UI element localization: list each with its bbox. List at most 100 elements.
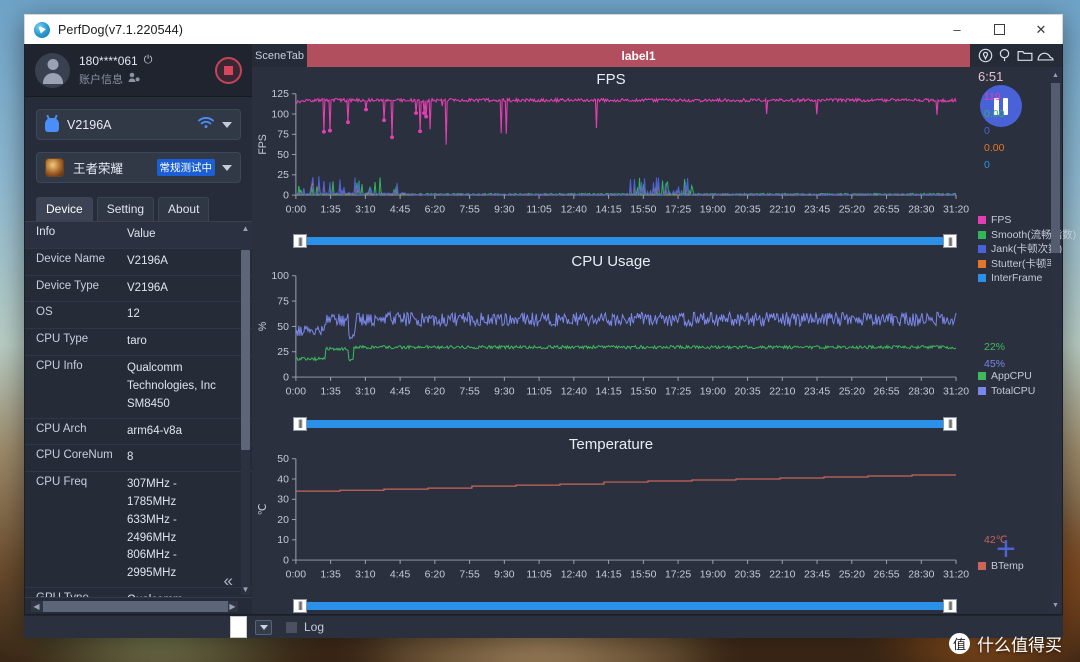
account-info-label[interactable]: 账户信息 [79, 71, 123, 87]
svg-text:0:00: 0:00 [286, 569, 307, 580]
scroll-left-icon[interactable]: ◀ [31, 601, 42, 612]
scroll-up-icon[interactable]: ▲ [241, 224, 250, 234]
scroll-thumb[interactable] [241, 250, 250, 450]
session-clock: 6:51 [978, 69, 1004, 84]
svg-text:7:55: 7:55 [459, 204, 480, 215]
right-rail: 6:51 119 0.00 0 0.00 0 FPS Smooth(流畅指数) Jank(卡… [970, 67, 1076, 614]
log-checkbox[interactable] [286, 621, 297, 633]
row-key: GPU Type [25, 588, 125, 597]
tab-device[interactable]: Device [36, 197, 93, 221]
legend-item[interactable]: Smooth(流畅指数) [978, 228, 1076, 243]
table-row[interactable]: CPU Info Qualcomm Technologies, Inc SM845… [25, 356, 252, 419]
svg-text:FPS: FPS [257, 134, 269, 154]
collapse-left-icon[interactable]: « [224, 571, 234, 591]
svg-text:50: 50 [277, 322, 289, 333]
table-row[interactable]: Device Type V2196A [25, 276, 252, 303]
plot-fps[interactable]: 0 25 50 75 100 125 FPS 0:00 1:35 3:10 4:45 6:20 7:55… [252, 88, 970, 233]
scroll-thumb[interactable] [1051, 83, 1060, 253]
row-key: CPU Info [36, 360, 83, 373]
app-select-value: 王者荣耀 [73, 162, 124, 176]
charts-vertical-scrollbar[interactable]: ▲ ▼ [1051, 71, 1060, 610]
account-panel: 180****061 ⏻ 账户信息 [25, 44, 252, 97]
svg-text:12:40: 12:40 [561, 387, 587, 398]
legend-item[interactable]: FPS [978, 213, 1076, 228]
user-settings-icon[interactable] [128, 72, 140, 86]
range-handle-left[interactable]: ||| [293, 416, 307, 431]
range-slider-temperature[interactable]: ||| ||| [252, 598, 970, 614]
svg-text:26:55: 26:55 [873, 204, 899, 215]
minimize-button[interactable]: – [936, 15, 978, 44]
svg-text:22:10: 22:10 [769, 204, 795, 215]
row-value: V2196A [127, 281, 168, 294]
bottom-dropdown-button[interactable] [255, 619, 272, 635]
wifi-icon [198, 117, 214, 132]
table-row[interactable]: GPU TypeQualcomm Adreno (TM) 730 [25, 588, 252, 597]
close-button[interactable]: ✕ [1020, 15, 1062, 44]
location-pin-icon[interactable] [978, 48, 993, 63]
chevron-down-icon[interactable] [222, 121, 232, 128]
stop-record-button[interactable] [215, 56, 242, 84]
legend-item[interactable]: TotalCPU [978, 384, 1035, 399]
table-row[interactable]: Device Name V2196A [25, 249, 252, 276]
plot-temperature[interactable]: 0 10 20 30 40 50 ℃ 0:00 1:35 3:10 4:45 6:20 7:55 9:30… [252, 453, 970, 598]
range-handle-left[interactable]: ||| [293, 598, 307, 613]
power-icon[interactable]: ⏻ [144, 54, 153, 67]
table-row[interactable]: OS 12 [25, 302, 252, 330]
svg-text:℃: ℃ [257, 503, 269, 515]
column-header-info: Info [36, 226, 56, 238]
range-slider-fps[interactable]: ||| ||| [252, 233, 970, 249]
legend-item[interactable]: InterFrame [978, 271, 1076, 286]
range-handle-left[interactable]: ||| [293, 234, 307, 249]
range-handle-right[interactable]: ||| [943, 416, 957, 431]
scroll-right-icon[interactable]: ▶ [227, 601, 238, 612]
device-select[interactable]: V2196A [36, 109, 241, 140]
svg-text:19:00: 19:00 [700, 569, 726, 580]
charts-column: FPS 0 25 50 75 100 125 FPS 0:00 1:35 3:10 4:45 6:20… [252, 67, 970, 614]
svg-text:17:25: 17:25 [665, 387, 691, 398]
cloud-icon[interactable] [1037, 48, 1054, 63]
svg-text:20: 20 [277, 515, 289, 526]
tab-setting[interactable]: Setting [96, 197, 155, 221]
table-row[interactable]: CPU Freq 307MHz - 1785MHz 633MHz - 2496MH… [25, 472, 252, 588]
folder-icon[interactable] [1017, 48, 1033, 63]
table-row[interactable]: CPU Arch arm64-v8a [25, 419, 252, 446]
svg-text:50: 50 [277, 150, 289, 161]
scroll-up-icon[interactable]: ▲ [1051, 71, 1060, 80]
legend-label: FPS [991, 214, 1012, 226]
range-handle-right[interactable]: ||| [943, 598, 957, 613]
sidebar-horizontal-scrollbar[interactable]: ◀ ▶ [31, 600, 238, 612]
scene-tab[interactable]: SceneTab [252, 44, 307, 67]
chevron-down-icon[interactable] [222, 164, 232, 171]
scroll-down-icon[interactable]: ▼ [241, 585, 250, 595]
svg-text:50: 50 [277, 454, 289, 465]
row-value: Qualcomm Technologies, Inc SM8450 [127, 362, 216, 410]
app-select[interactable]: 王者荣耀 常规测试中 [36, 152, 241, 183]
range-slider-cpu[interactable]: ||| ||| [252, 416, 970, 432]
table-row[interactable]: CPU Type taro [25, 329, 252, 357]
avatar[interactable] [35, 52, 70, 88]
plot-cpu[interactable]: 0 25 50 75 100% 0:00 1:35 3:10 4:45 6:20 7:55 9:30 1… [252, 270, 970, 415]
sidebar-vertical-scrollbar[interactable]: ▲ ▼ [241, 224, 250, 595]
legend-label: AppCPU [991, 370, 1032, 382]
scroll-down-icon[interactable]: ▼ [1051, 601, 1060, 610]
account-username: 180****061 [79, 53, 138, 68]
table-row[interactable]: CPU CoreNum 8 [25, 445, 252, 473]
row-value: taro [127, 335, 147, 348]
svg-text:75: 75 [277, 297, 289, 308]
label-bar[interactable]: label1 [307, 44, 970, 67]
marker-pin-icon[interactable] [997, 48, 1012, 63]
add-chart-button[interactable]: + [996, 532, 1016, 566]
legend-item[interactable]: Stutter(卡顿率) [978, 257, 1076, 272]
svg-text:1:35: 1:35 [320, 569, 341, 580]
svg-text:1:35: 1:35 [320, 204, 341, 215]
svg-text:11:05: 11:05 [526, 387, 552, 398]
scroll-thumb-h[interactable] [43, 600, 228, 612]
range-handle-right[interactable]: ||| [943, 234, 957, 249]
legend-item[interactable]: Jank(卡顿次数) [978, 242, 1076, 257]
sidebar-hscroll-row: ◀ ▶ [25, 597, 252, 614]
legend-item[interactable]: AppCPU [978, 369, 1035, 384]
maximize-button[interactable] [978, 15, 1020, 44]
svg-text:30: 30 [277, 495, 289, 506]
tab-about[interactable]: About [158, 197, 210, 221]
row-value: arm64-v8a [127, 424, 182, 437]
